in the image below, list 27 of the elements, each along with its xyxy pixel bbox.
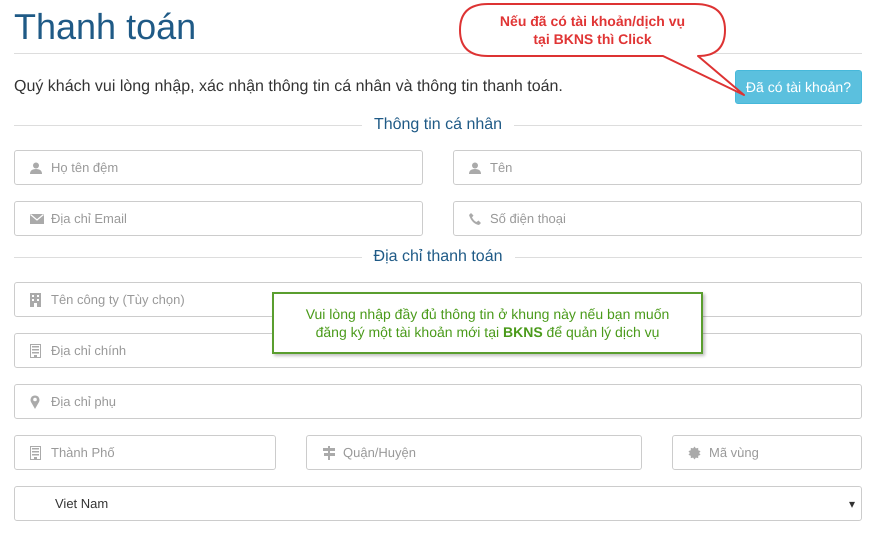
- section-heading: Địa chỉ thanh toán: [374, 248, 502, 266]
- user-icon: [30, 162, 42, 174]
- seal-icon: [688, 446, 701, 459]
- map-pin-icon: [30, 394, 40, 408]
- input-field[interactable]: Quận/Huyện: [306, 435, 642, 470]
- building-icon: [30, 292, 41, 306]
- building-icon: [30, 344, 41, 358]
- phone-icon: [469, 212, 481, 224]
- envelope-icon: [30, 214, 44, 224]
- input-field[interactable]: Tên: [453, 150, 862, 185]
- section-heading: Thông tin cá nhân: [374, 116, 502, 134]
- callout-text: Nếu đã có tài khoản/dịch vụ: [500, 12, 686, 30]
- input-field[interactable]: Mã vùng: [672, 435, 862, 470]
- intro-text: Quý khách vui lòng nhập, xác nhận thông tin cá nhân và thông tin thanh toán.: [14, 78, 563, 96]
- country-select[interactable]: Viet Nam ▾: [14, 486, 862, 521]
- input-field[interactable]: Số điện thoại: [453, 201, 862, 236]
- signpost-icon: [322, 446, 336, 460]
- input-field[interactable]: Thành Phố: [14, 435, 276, 470]
- note-text: Vui lòng nhập đầy đủ thông tin ở khung này nếu bạn muốn: [306, 305, 670, 323]
- note-text: đăng ký một tài khoản mới tại BKNS để quản lý dịch vụ: [316, 323, 660, 341]
- input-field[interactable]: Họ tên đệm: [14, 150, 423, 185]
- callout-text: tại BKNS thì Click: [533, 30, 652, 48]
- building-icon: [30, 446, 41, 460]
- input-field[interactable]: Địa chỉ phụ: [14, 384, 862, 419]
- user-icon: [469, 162, 481, 174]
- input-field[interactable]: Địa chỉ Email: [14, 201, 423, 236]
- page-title: Thanh toán: [14, 5, 196, 48]
